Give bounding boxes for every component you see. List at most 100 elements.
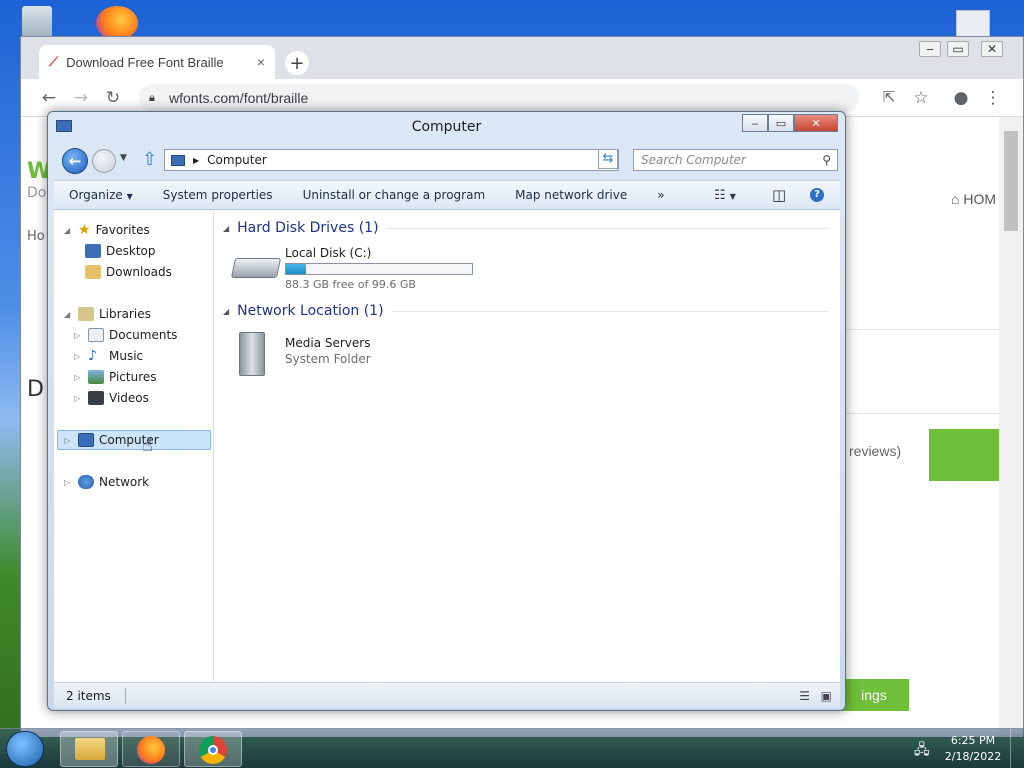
nav-item-videos[interactable]: ▷ Videos: [74, 388, 149, 408]
nav-item-pictures[interactable]: ▷ Pictures: [74, 367, 157, 387]
chrome-minimize-button[interactable]: ‒: [919, 41, 941, 57]
libraries-icon: [78, 307, 94, 321]
collapsed-arrow-icon[interactable]: ▷: [74, 394, 83, 403]
browser-tab[interactable]: ⟋ Download Free Font Braille ×: [39, 45, 275, 79]
page-scrollbar[interactable]: [999, 117, 1023, 737]
menu-kebab-icon[interactable]: ⋮: [983, 88, 1003, 108]
map-network-drive-button[interactable]: Map network drive: [500, 188, 642, 202]
new-tab-button[interactable]: +: [285, 51, 309, 75]
forward-button[interactable]: [92, 149, 116, 173]
start-button[interactable]: [6, 731, 44, 767]
settings-button[interactable]: ings: [839, 679, 909, 711]
nav-item-desktop[interactable]: Desktop: [85, 241, 156, 261]
navigation-pane: ◢ ★ Favorites Desktop Downloads ◢ Librar…: [54, 210, 214, 682]
firefox-desktop-icon[interactable]: [96, 6, 138, 40]
refresh-icon[interactable]: ⇆: [598, 149, 618, 169]
maximize-button[interactable]: ▭: [768, 114, 794, 132]
details-view-icon[interactable]: ☰: [799, 689, 810, 703]
group-header-hdd[interactable]: ◢ Hard Disk Drives (1): [223, 220, 828, 236]
collapsed-arrow-icon[interactable]: ▷: [74, 373, 83, 382]
folder-icon: [75, 738, 105, 760]
view-options-icon[interactable]: ☷ ▼: [714, 188, 736, 203]
organize-button[interactable]: Organize ▼: [54, 188, 148, 202]
minimize-button[interactable]: ‒: [742, 114, 768, 132]
collapsed-arrow-icon[interactable]: ▷: [64, 436, 73, 445]
recycle-bin-icon[interactable]: [22, 6, 52, 38]
scrollbar-thumb[interactable]: [1004, 131, 1018, 231]
status-divider: [124, 687, 126, 704]
search-input[interactable]: Search Computer ⚲: [633, 149, 838, 171]
firefox-icon: [137, 736, 165, 764]
breadcrumb-arrow-icon[interactable]: ▶: [193, 156, 199, 165]
nav-item-downloads[interactable]: Downloads: [85, 262, 172, 282]
music-icon: ♪: [88, 348, 97, 364]
nav-item-libraries[interactable]: ◢ Libraries: [64, 304, 151, 324]
nav-label-favorites: Favorites: [95, 223, 150, 237]
collapsed-arrow-icon[interactable]: ▷: [74, 352, 83, 361]
hand-cursor-icon: ☝: [142, 435, 153, 456]
address-row: ← ▼ ⇧ ▶ Computer ▼ ⇆ Search Computer ⚲: [48, 145, 845, 177]
address-box[interactable]: ▶ Computer ▼: [164, 149, 619, 171]
nav-label-downloads: Downloads: [106, 265, 172, 279]
address-bar[interactable]: 🔒︎ wfonts.com/font/braille: [139, 84, 859, 112]
large-icons-view-icon[interactable]: ▣: [821, 689, 832, 703]
taskbar-chrome-button[interactable]: [184, 731, 242, 767]
preview-pane-icon[interactable]: ◫: [772, 186, 786, 204]
reload-icon[interactable]: ↻: [103, 88, 123, 108]
taskbar-firefox-button[interactable]: [122, 731, 180, 767]
profile-avatar-icon[interactable]: ●: [951, 88, 971, 108]
share-icon[interactable]: ⇱: [879, 88, 899, 106]
item-count: 2 items: [66, 688, 111, 703]
clock-date[interactable]: 2/18/2022: [944, 750, 1002, 763]
home-nav-link[interactable]: ⌂ HOM: [951, 191, 996, 207]
back-icon[interactable]: ←: [39, 88, 59, 108]
computer-icon: [78, 433, 94, 447]
expanded-arrow-icon[interactable]: ◢: [64, 310, 73, 319]
drive-usage-bar: [285, 263, 473, 275]
explorer-panes: ◢ ★ Favorites Desktop Downloads ◢ Librar…: [54, 210, 840, 682]
collapsed-arrow-icon[interactable]: ▷: [64, 478, 73, 487]
breadcrumb-computer[interactable]: Computer: [207, 153, 267, 167]
taskbar: 🖧︎ 6:25 PM 2/18/2022: [0, 728, 1024, 768]
drive-usage-fill: [286, 264, 307, 274]
group-divider: [391, 310, 828, 312]
nav-item-documents[interactable]: ▷ Documents: [74, 325, 177, 345]
show-desktop-button[interactable]: [1010, 729, 1024, 768]
network-tray-icon[interactable]: 🖧︎: [914, 739, 930, 763]
nav-label-pictures: Pictures: [109, 370, 157, 384]
group-header-network[interactable]: ◢ Network Location (1): [223, 303, 828, 319]
taskbar-explorer-button[interactable]: [60, 731, 118, 767]
window-title: Computer: [411, 119, 482, 135]
group-collapse-icon[interactable]: ◢: [223, 224, 229, 233]
bookmark-star-icon[interactable]: ☆: [911, 88, 931, 108]
nav-item-favorites[interactable]: ◢ ★ Favorites: [64, 220, 150, 240]
search-placeholder: Search Computer: [641, 153, 746, 167]
more-commands-button[interactable]: »: [642, 188, 679, 202]
nav-item-network[interactable]: ▷ Network: [64, 472, 149, 492]
media-server-type: System Folder: [285, 352, 371, 366]
collapsed-arrow-icon[interactable]: ▷: [74, 331, 83, 340]
nav-item-music[interactable]: ▷ ♪ Music: [74, 346, 143, 366]
local-disk-item[interactable]: Local Disk (C:) 88.3 GB free of 99.6 GB: [230, 246, 483, 296]
media-servers-item[interactable]: Media Servers System Folder: [233, 332, 433, 382]
organize-label: Organize: [69, 188, 123, 202]
help-icon[interactable]: ?: [810, 188, 824, 202]
uninstall-program-button[interactable]: Uninstall or change a program: [288, 188, 501, 202]
chrome-maximize-button[interactable]: ▭: [947, 41, 969, 57]
up-arrow-icon[interactable]: ⇧: [142, 149, 157, 170]
forward-icon[interactable]: →: [71, 88, 91, 108]
back-button[interactable]: ←: [62, 148, 88, 174]
search-icon[interactable]: ⚲: [822, 153, 831, 167]
group-collapse-icon[interactable]: ◢: [223, 307, 229, 316]
history-dropdown-icon[interactable]: ▼: [120, 153, 127, 163]
tab-close-icon[interactable]: ×: [257, 54, 265, 70]
group-label-network: Network Location (1): [237, 303, 384, 319]
system-properties-button[interactable]: System properties: [148, 188, 288, 202]
clock-time[interactable]: 6:25 PM: [948, 734, 998, 747]
close-button[interactable]: ✕: [794, 114, 838, 132]
documents-icon: [88, 328, 104, 342]
chrome-close-button[interactable]: ✕: [981, 41, 1003, 57]
expanded-arrow-icon[interactable]: ◢: [64, 226, 73, 235]
download-button[interactable]: [929, 429, 999, 481]
nav-label-network: Network: [99, 475, 150, 489]
